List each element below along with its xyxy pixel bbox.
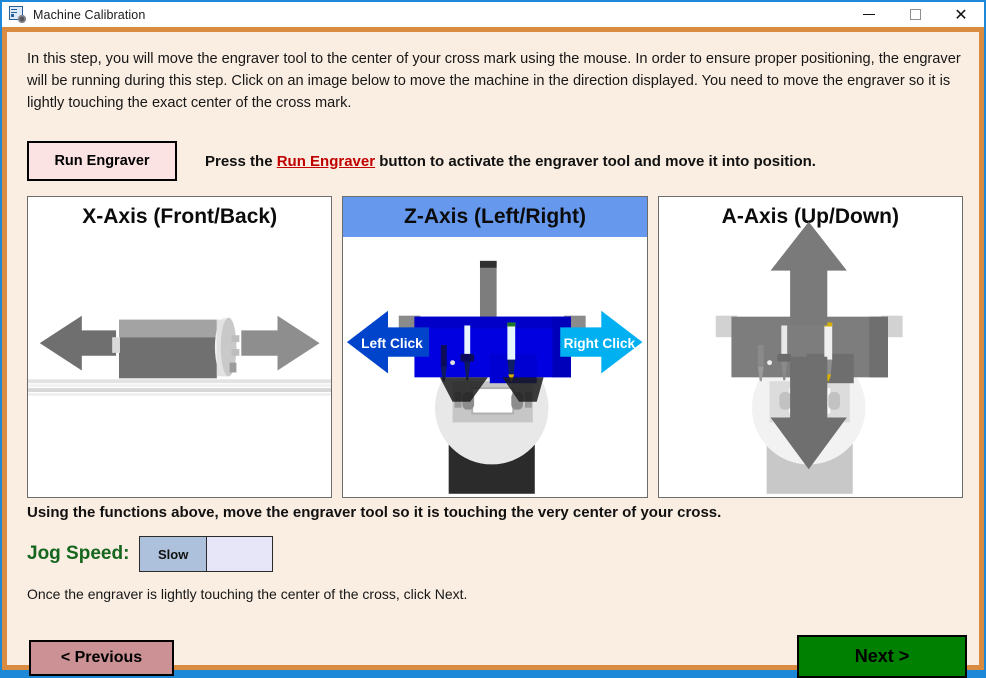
jog-speed-label: Jog Speed: bbox=[27, 543, 130, 564]
svg-text:Right Click: Right Click bbox=[564, 336, 636, 351]
previous-button[interactable]: < Previous bbox=[29, 640, 174, 676]
close-button[interactable]: ✕ bbox=[938, 2, 984, 27]
a-axis-illustration bbox=[715, 221, 903, 494]
mid-instruction: Using the functions above, move the engr… bbox=[27, 504, 722, 521]
panel-z-axis[interactable]: Z-Axis (Left/Right) Left Click Right Cli… bbox=[342, 196, 648, 498]
run-engraver-caption: Press the Run Engraver button to activat… bbox=[205, 153, 816, 170]
minimize-button[interactable] bbox=[846, 2, 892, 27]
title-bar: Machine Calibration ✕ bbox=[2, 2, 984, 27]
z-axis-illustration: Left Click Right Click bbox=[347, 260, 643, 494]
jog-speed-row: Jog Speed: Slow bbox=[27, 536, 274, 572]
maximize-button[interactable] bbox=[892, 2, 938, 27]
window-title: Machine Calibration bbox=[33, 7, 146, 22]
panel-a-axis[interactable]: A-Axis (Up/Down) bbox=[657, 196, 963, 498]
jog-speed-fast-option[interactable] bbox=[206, 537, 273, 571]
svg-text:Left Click: Left Click bbox=[361, 336, 423, 351]
jog-speed-slow-option[interactable]: Slow bbox=[140, 537, 207, 571]
caption-after: button to activate the engraver tool and… bbox=[375, 152, 816, 170]
window-controls: ✕ bbox=[846, 2, 984, 27]
machine-calibration-window: Machine Calibration ✕ In this step, you … bbox=[0, 0, 986, 678]
caption-highlight: Run Engraver bbox=[276, 152, 376, 170]
content-frame: In this step, you will move the engraver… bbox=[2, 27, 984, 678]
caption-before: Press the bbox=[205, 152, 277, 170]
x-axis-illustration bbox=[28, 315, 332, 396]
next-step-footnote: Once the engraver is lightly touching th… bbox=[27, 586, 468, 602]
run-engraver-row: Run Engraver Press the Run Engraver butt… bbox=[27, 140, 816, 182]
panel-x-axis[interactable]: X-Axis (Front/Back) bbox=[27, 196, 333, 498]
jog-speed-toggle[interactable]: Slow bbox=[139, 536, 274, 572]
step-instructions: In this step, you will move the engraver… bbox=[27, 51, 961, 111]
form-gear-icon bbox=[9, 6, 26, 23]
axis-panels: X-Axis (Front/Back) Z-Axis (Left/Right) … bbox=[27, 196, 963, 498]
calibration-content: In this step, you will move the engraver… bbox=[7, 32, 979, 678]
run-engraver-button[interactable]: Run Engraver bbox=[27, 141, 177, 181]
